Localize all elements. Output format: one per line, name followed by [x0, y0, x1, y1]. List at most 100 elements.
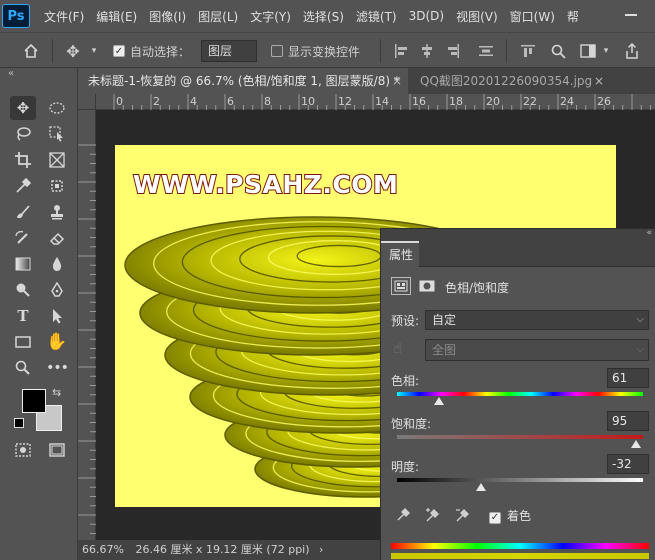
- object-select-tool-icon[interactable]: [44, 122, 70, 146]
- saturation-value-field[interactable]: 95: [607, 411, 649, 431]
- close-icon[interactable]: ×: [392, 68, 402, 94]
- lightness-slider-thumb[interactable]: [475, 483, 486, 491]
- stamp-tool-icon[interactable]: [44, 200, 70, 224]
- marquee-tool-icon[interactable]: [44, 96, 70, 120]
- eraser-tool-icon[interactable]: [44, 226, 70, 250]
- rectangle-tool-icon[interactable]: [10, 330, 36, 354]
- frame-tool-icon[interactable]: [44, 148, 70, 172]
- type-tool-icon[interactable]: T: [10, 304, 36, 328]
- history-brush-tool-icon[interactable]: [10, 226, 36, 250]
- ruler-tick-label: 10: [301, 95, 315, 108]
- show-transform-checkbox[interactable]: [271, 45, 283, 57]
- swap-colors-icon[interactable]: ⇆: [52, 386, 61, 399]
- tab-document-2[interactable]: QQ截图20201226090354.jpg ×: [410, 68, 610, 94]
- 3d-material-tool-icon[interactable]: [44, 174, 70, 198]
- tab-properties[interactable]: 属性: [381, 241, 419, 267]
- menu-file[interactable]: 文件(F): [38, 8, 90, 25]
- zoom-tool-icon[interactable]: [10, 356, 36, 380]
- properties-tab-bar: 属性: [381, 241, 655, 267]
- align-left-icon[interactable]: [391, 41, 411, 61]
- gradient-tool-icon[interactable]: [10, 252, 36, 276]
- ruler-tick-label: 0: [116, 95, 123, 108]
- preset-dropdown[interactable]: 自定 ⌵: [425, 310, 649, 330]
- collapse-panel-icon[interactable]: «: [646, 228, 652, 238]
- distribute-icon[interactable]: [476, 41, 496, 61]
- menu-image[interactable]: 图像(I): [143, 8, 192, 25]
- path-selection-tool-icon[interactable]: [44, 304, 70, 328]
- collapse-panel-icon[interactable]: «: [8, 68, 14, 79]
- more-tools-icon[interactable]: •••: [44, 356, 70, 380]
- saturation-slider-track[interactable]: [397, 435, 643, 439]
- dodge-tool-icon[interactable]: [10, 278, 36, 302]
- screen-mode-icon[interactable]: [44, 438, 70, 462]
- home-icon[interactable]: [20, 40, 42, 62]
- lasso-tool-icon[interactable]: [10, 122, 36, 146]
- horizontal-ruler[interactable]: 0 2 4 6 8 10 12 14 16 18 20 22 24 26: [96, 94, 655, 110]
- menu-select[interactable]: 选择(S): [297, 8, 350, 25]
- crop-tool-icon[interactable]: [10, 148, 36, 172]
- align-top-icon[interactable]: [518, 41, 538, 61]
- chevron-down-icon[interactable]: ▾: [88, 40, 100, 62]
- eyedropper-subtract-icon[interactable]: [453, 505, 473, 525]
- default-colors-icon[interactable]: [14, 418, 24, 428]
- share-icon[interactable]: [622, 41, 642, 61]
- menu-help[interactable]: 帮: [561, 8, 585, 25]
- channel-dropdown[interactable]: 全图 ⌵: [425, 339, 649, 361]
- foreground-color-swatch[interactable]: [22, 389, 46, 413]
- workspace-dropdown-icon[interactable]: ▾: [600, 41, 612, 61]
- blur-tool-icon[interactable]: [44, 252, 70, 276]
- lightness-value-field[interactable]: -32: [607, 454, 649, 474]
- status-menu-arrow-icon[interactable]: ›: [319, 543, 323, 556]
- eyedropper-tool-icon[interactable]: [10, 174, 36, 198]
- menu-layer[interactable]: 图层(L): [192, 8, 244, 25]
- minimize-icon[interactable]: [625, 14, 637, 16]
- auto-select-target-dropdown[interactable]: 图层: [201, 40, 257, 62]
- show-transform-label: 显示变换控件: [288, 45, 361, 59]
- align-right-icon[interactable]: [443, 41, 463, 61]
- chevron-down-icon: ⌵: [636, 314, 644, 325]
- close-icon[interactable]: ×: [594, 68, 604, 94]
- ruler-tick-label: 20: [486, 95, 500, 108]
- ruler-tick-label: 2: [153, 95, 160, 108]
- menu-view[interactable]: 视图(V): [450, 8, 504, 25]
- lightness-label: 明度:: [391, 460, 420, 474]
- lightness-slider-track[interactable]: [397, 478, 643, 482]
- quick-mask-icon[interactable]: [10, 438, 36, 462]
- eyedropper-icon[interactable]: [393, 505, 413, 525]
- watermark-text: WWW.PSAHZ.COM: [132, 169, 399, 200]
- ruler-tick-label: 24: [560, 95, 574, 108]
- hue-slider-track[interactable]: [397, 392, 643, 396]
- brush-tool-icon[interactable]: [10, 200, 36, 224]
- photoshop-logo[interactable]: Ps: [2, 4, 30, 28]
- menu-edit[interactable]: 编辑(E): [90, 8, 143, 25]
- zoom-level[interactable]: 66.67%: [82, 543, 124, 556]
- menu-type[interactable]: 文字(Y): [244, 8, 297, 25]
- targeted-adjustment-hand-icon[interactable]: ☝: [393, 339, 402, 357]
- adjustment-layer-icon[interactable]: [391, 277, 411, 295]
- move-tool-icon[interactable]: ✥: [10, 96, 36, 120]
- move-tool-icon[interactable]: ✥: [62, 40, 84, 62]
- tab-document-1[interactable]: 未标题-1-恢复的 @ 66.7% (色相/饱和度 1, 图层蒙版/8) * ×: [78, 68, 408, 94]
- adjustment-title: 色相/饱和度: [445, 281, 510, 295]
- align-center-icon[interactable]: [417, 41, 437, 61]
- search-icon[interactable]: [548, 41, 568, 61]
- hand-tool-icon[interactable]: ✋: [44, 330, 70, 354]
- menu-bar: Ps 文件(F) 编辑(E) 图像(I) 图层(L) 文字(Y) 选择(S) 滤…: [0, 0, 655, 32]
- menu-filter[interactable]: 滤镜(T): [350, 8, 403, 25]
- saturation-slider-thumb[interactable]: [630, 440, 641, 448]
- auto-select-checkbox[interactable]: ✓: [113, 45, 125, 57]
- eyedropper-add-icon[interactable]: [423, 505, 443, 525]
- pen-tool-icon[interactable]: [44, 278, 70, 302]
- hue-value-field[interactable]: 61: [607, 368, 649, 388]
- colorize-checkbox[interactable]: ✓: [489, 509, 501, 524]
- menu-3d[interactable]: 3D(D): [403, 9, 450, 23]
- hue-slider-thumb[interactable]: [433, 397, 444, 405]
- vertical-ruler[interactable]: [78, 110, 96, 540]
- saturation-label: 饱和度:: [391, 417, 432, 431]
- ruler-corner: [78, 94, 96, 110]
- workspace-icon[interactable]: [578, 41, 598, 61]
- layer-mask-icon[interactable]: [417, 277, 437, 295]
- input-color-bar: [391, 543, 649, 549]
- menu-window[interactable]: 窗口(W): [504, 8, 561, 25]
- ruler-tick-label: 4: [190, 95, 197, 108]
